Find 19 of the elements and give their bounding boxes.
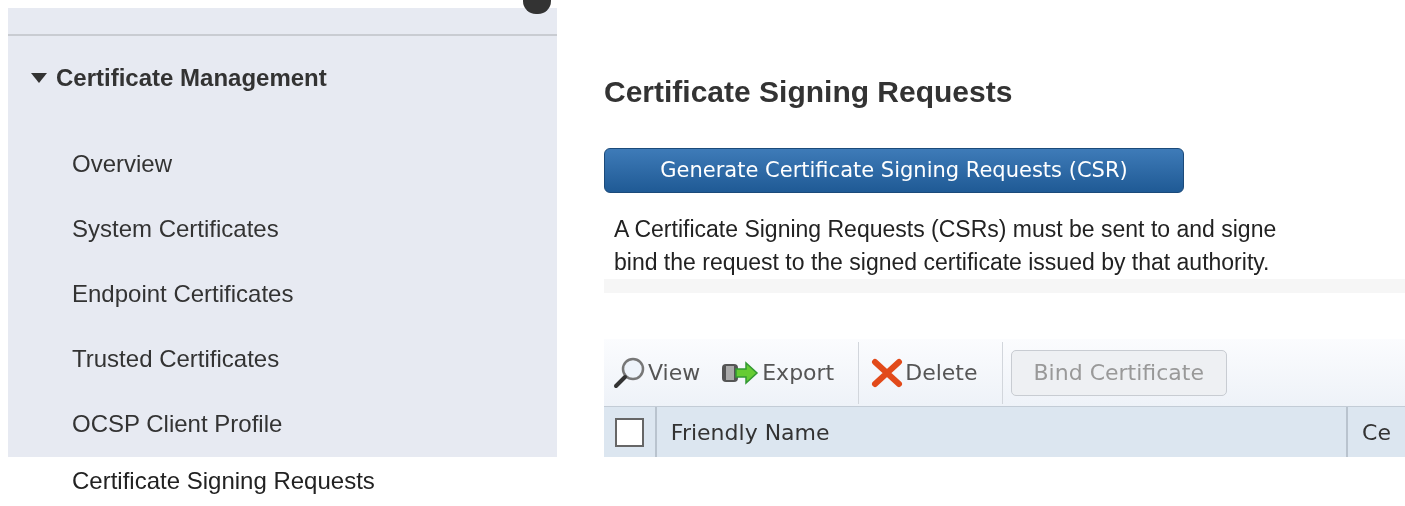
close-icon [871, 357, 904, 388]
column-header[interactable]: Friendly Name [656, 407, 1349, 457]
sidebar-item[interactable]: Overview [8, 131, 557, 197]
search-icon [612, 355, 646, 390]
description-text: bind the request to the signed certificate issued by that authority. [614, 248, 1271, 277]
description-text: A Certificate Signing Requests (CSRs) must be sent to and signe [614, 215, 1278, 244]
select-all-checkbox[interactable] [614, 417, 644, 447]
page-title: Certificate Signing Requests [604, 74, 1014, 110]
delete-button[interactable]: Delete [867, 356, 982, 389]
generate-csr-button[interactable]: Generate Certificate Signing Requests (CSR) [604, 148, 1184, 193]
export-button[interactable]: Export [716, 356, 839, 389]
sidebar-item[interactable]: Trusted Certificates [8, 326, 557, 392]
sidebar-item[interactable]: System Certificates [8, 196, 557, 262]
sidebar-item[interactable]: OCSP Client Profile [8, 391, 557, 457]
caret-icon [30, 71, 48, 84]
sidebar-item[interactable]: Endpoint Certificates [8, 261, 557, 327]
column-header[interactable]: Ce [1348, 407, 1405, 457]
section-header[interactable]: Certificate Management [8, 35, 557, 120]
view-button[interactable]: View [608, 355, 705, 390]
